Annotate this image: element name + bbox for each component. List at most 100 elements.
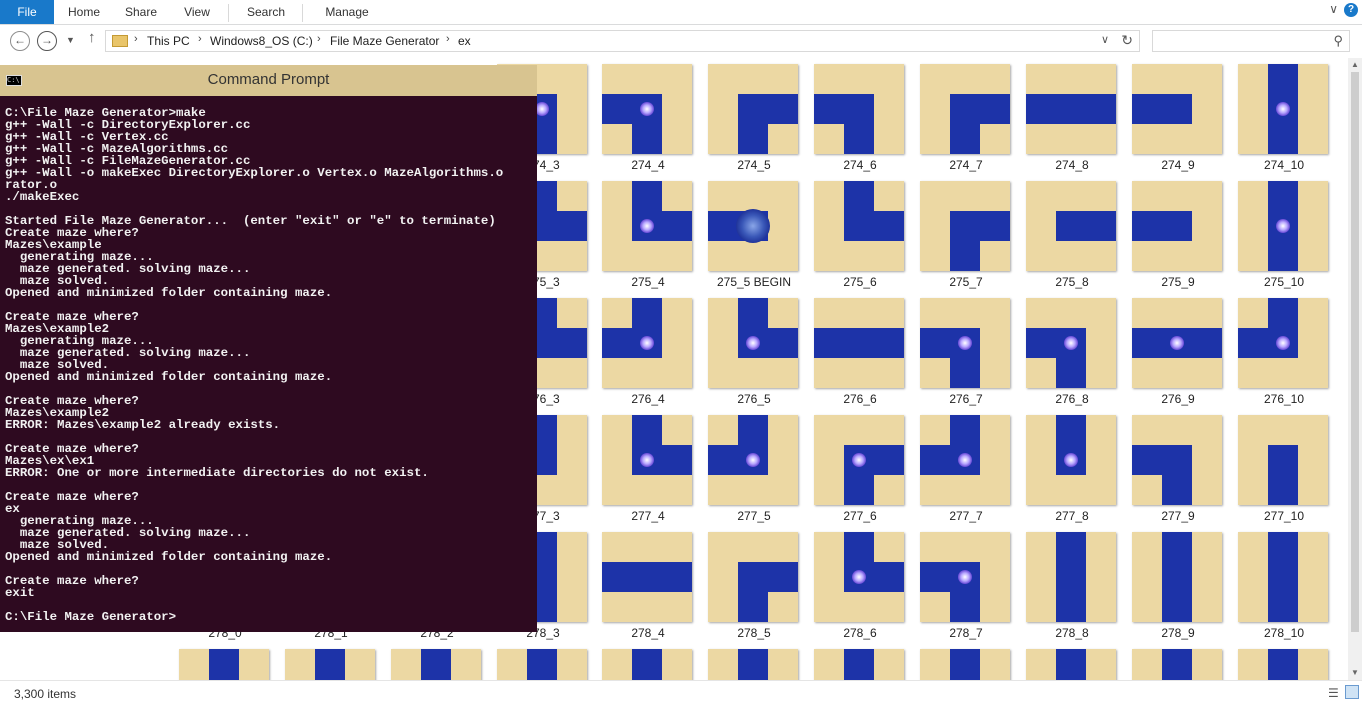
breadcrumb-file-maze-generator[interactable]: File Maze Generator	[330, 34, 439, 48]
file-tile[interactable]: 277_4	[602, 409, 694, 523]
file-tile[interactable]: 278_6	[814, 526, 906, 640]
file-tile[interactable]: 274_10	[1238, 58, 1330, 172]
file-tile[interactable]: 275_9	[1132, 175, 1224, 289]
file-tile[interactable]: 276_4	[602, 292, 694, 406]
file-tile[interactable]: 275_10	[1238, 175, 1330, 289]
tab-file[interactable]: File	[0, 0, 54, 24]
file-tile[interactable]: 274_4	[602, 58, 694, 172]
file-tile[interactable]: 275_6	[814, 175, 906, 289]
image-thumbnail	[1026, 532, 1116, 622]
file-tile[interactable]: 278_7	[920, 526, 1012, 640]
file-tile[interactable]: 274_6	[814, 58, 906, 172]
file-name: 275_10	[1263, 275, 1305, 289]
maze-path	[738, 562, 768, 622]
file-name: 276_7	[949, 392, 983, 406]
file-tile[interactable]: 274_8	[1026, 58, 1118, 172]
arrow-up-icon: ↑	[88, 29, 96, 46]
file-tile[interactable]: 277_10	[1238, 409, 1330, 523]
item-count: 3,300 items	[14, 687, 77, 701]
file-tile[interactable]: 276_9	[1132, 292, 1224, 406]
scrollbar-thumb[interactable]	[1351, 72, 1359, 632]
tab-view[interactable]: View	[172, 0, 222, 24]
file-tile[interactable]: 277_6	[814, 409, 906, 523]
scroll-up-icon[interactable]: ▲	[1348, 58, 1362, 72]
file-tile[interactable]: 276_6	[814, 292, 906, 406]
chevron-right-icon[interactable]: ›	[134, 33, 138, 45]
recent-locations-button[interactable]: ▼	[66, 35, 75, 45]
maze-path	[950, 211, 980, 271]
file-tile[interactable]: 278_5	[708, 526, 800, 640]
large-icons-view-icon[interactable]	[1345, 685, 1359, 699]
file-tile[interactable]: 275_4	[602, 175, 694, 289]
file-tile[interactable]: 276_10	[1238, 292, 1330, 406]
file-tile[interactable]: 275_5 BEGIN	[708, 175, 800, 289]
file-tile[interactable]: 277_9	[1132, 409, 1224, 523]
file-tile[interactable]: 275_7	[920, 175, 1012, 289]
image-thumbnail	[920, 532, 1010, 622]
file-tile[interactable]: 278_9	[1132, 526, 1224, 640]
breadcrumb-this-pc[interactable]: This PC	[147, 34, 190, 48]
details-view-icon[interactable]: ☰	[1328, 686, 1342, 700]
chevron-right-icon[interactable]: ›	[198, 33, 202, 45]
refresh-icon[interactable]: ↻	[1121, 32, 1133, 49]
file-tile[interactable]: 276_7	[920, 292, 1012, 406]
maze-path	[844, 211, 904, 241]
file-tile[interactable]: 276_5	[708, 292, 800, 406]
arrow-right-icon: →	[41, 33, 53, 47]
vertical-scrollbar[interactable]: ▲ ▼	[1348, 58, 1362, 680]
chevron-right-icon[interactable]: ›	[446, 33, 450, 45]
image-thumbnail	[1238, 532, 1328, 622]
command-prompt-titlebar[interactable]: Command Prompt C:\	[0, 65, 537, 96]
file-name: 276_6	[843, 392, 877, 406]
up-button[interactable]: ↑	[88, 29, 96, 46]
file-name: 274_8	[1055, 158, 1089, 172]
file-tile[interactable]: 278_10	[1238, 526, 1330, 640]
tab-home[interactable]: Home	[58, 0, 110, 24]
search-input[interactable]: ⚲	[1152, 30, 1350, 52]
player-sprite-icon	[958, 453, 972, 467]
file-name: 275_4	[631, 275, 665, 289]
file-name: 278_8	[1055, 626, 1089, 640]
maze-path	[632, 649, 662, 680]
player-sprite-icon	[1276, 336, 1290, 350]
file-tile[interactable]: 277_7	[920, 409, 1012, 523]
image-thumbnail	[920, 649, 1010, 680]
chevron-down-icon[interactable]: ∨	[1101, 33, 1109, 46]
breadcrumb-drive[interactable]: Windows8_OS (C:)	[210, 34, 313, 48]
image-thumbnail	[1238, 298, 1328, 388]
chevron-right-icon[interactable]: ›	[317, 33, 321, 45]
address-bar[interactable]: › This PC › Windows8_OS (C:) › File Maze…	[105, 30, 1140, 52]
navigation-bar: ← → ▼ ↑ › This PC › Windows8_OS (C:) › F…	[0, 25, 1362, 57]
chevron-down-icon[interactable]: ∨	[1329, 2, 1338, 16]
file-name: 277_10	[1263, 509, 1305, 523]
file-tile[interactable]: 274_9	[1132, 58, 1224, 172]
maze-path	[738, 649, 768, 680]
tab-share[interactable]: Share	[114, 0, 168, 24]
file-name: 274_10	[1263, 158, 1305, 172]
image-thumbnail	[1132, 298, 1222, 388]
tab-search[interactable]: Search	[238, 0, 294, 24]
breadcrumb-ex[interactable]: ex	[458, 34, 471, 48]
image-thumbnail	[814, 181, 904, 271]
image-thumbnail	[1026, 649, 1116, 680]
file-name: 278_5	[737, 626, 771, 640]
scroll-down-icon[interactable]: ▼	[1348, 666, 1362, 680]
file-tile[interactable]: 278_4	[602, 526, 694, 640]
file-tile[interactable]: 278_8	[1026, 526, 1118, 640]
image-thumbnail	[602, 532, 692, 622]
command-prompt-window[interactable]: Command Prompt C:\ C:\File Maze Generato…	[0, 65, 537, 632]
help-icon[interactable]: ?	[1344, 3, 1358, 17]
tab-manage[interactable]: Manage	[314, 0, 380, 24]
forward-button[interactable]: →	[37, 31, 57, 51]
maze-path	[1132, 211, 1192, 241]
file-tile[interactable]: 277_5	[708, 409, 800, 523]
file-tile[interactable]: 274_5	[708, 58, 800, 172]
back-button[interactable]: ←	[10, 31, 30, 51]
console-body[interactable]: C:\File Maze Generator>make g++ -Wall -c…	[0, 96, 537, 632]
file-tile[interactable]: 275_8	[1026, 175, 1118, 289]
file-tile[interactable]: 277_8	[1026, 409, 1118, 523]
file-name: 275_9	[1161, 275, 1195, 289]
maze-path	[950, 94, 980, 154]
file-tile[interactable]: 274_7	[920, 58, 1012, 172]
file-tile[interactable]: 276_8	[1026, 292, 1118, 406]
